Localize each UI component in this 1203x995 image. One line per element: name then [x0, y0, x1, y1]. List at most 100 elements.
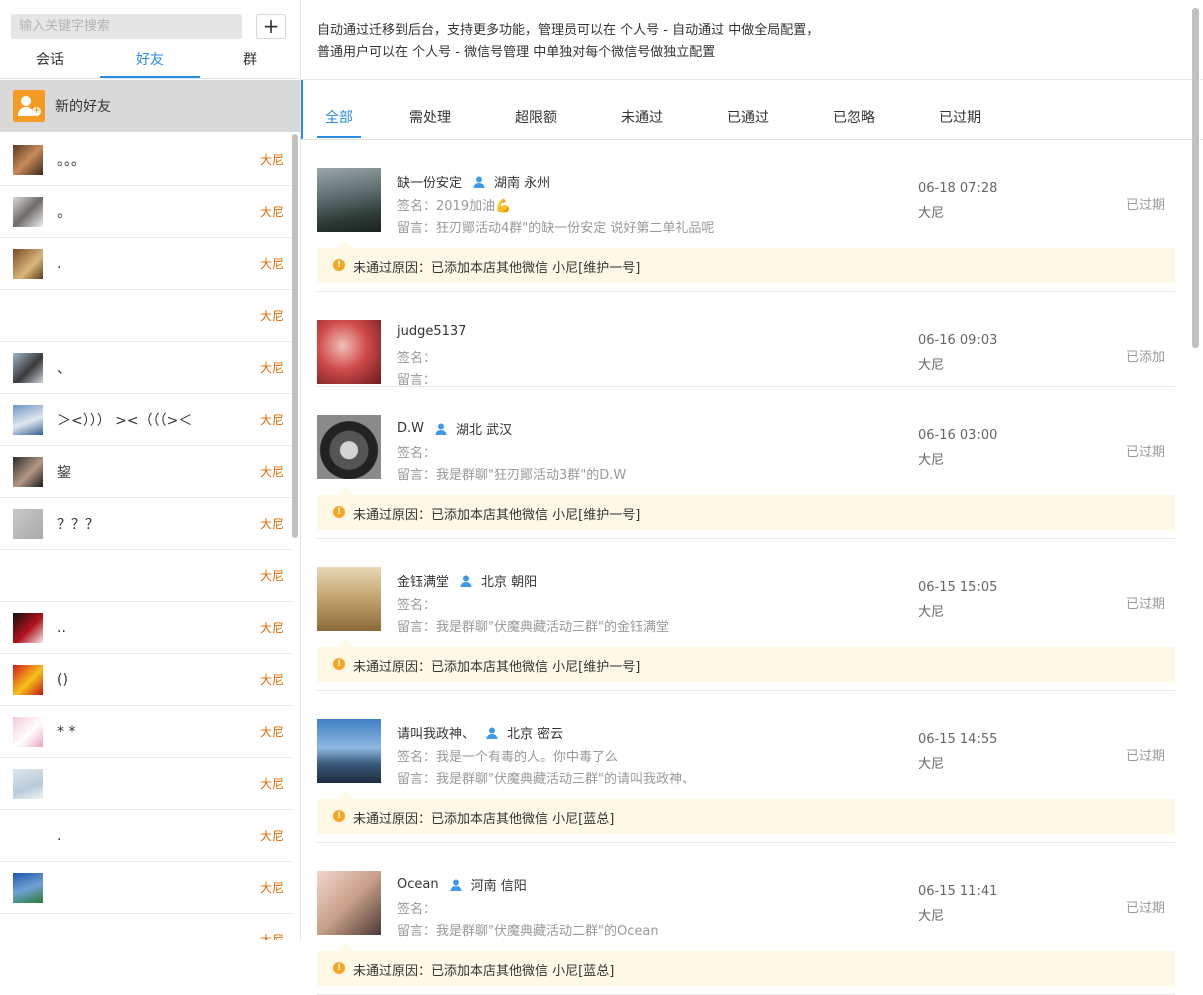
tab-expired[interactable]: 已过期 [938, 100, 982, 138]
reason-label: 未通过原因： [353, 508, 432, 523]
warning-icon: ! [333, 810, 345, 822]
contact-item[interactable]: 大尼 [0, 550, 292, 602]
message-label: 留言： [397, 772, 437, 787]
contact-name: 。。。 [57, 152, 85, 169]
request-name-row: 金钰满堂 北京 朝阳 [397, 571, 537, 590]
request-name: 请叫我政神、 [397, 727, 476, 742]
tab-sessions[interactable]: 会话 [0, 46, 100, 78]
contact-item[interactable]: 大尼 [0, 290, 292, 342]
request-owner: 大尼 [918, 453, 945, 468]
avatar [13, 664, 43, 695]
contact-owner-tag: 大尼 [259, 153, 284, 167]
signature-label: 签名： [397, 351, 437, 366]
contact-owner-tag: 大尼 [259, 569, 284, 583]
request-name-row: Ocean 河南 信阳 [397, 875, 527, 894]
contact-name: 。 [57, 204, 71, 221]
contact-item[interactable]: . 大尼 [0, 238, 292, 290]
message-text: 狂刃鄮活动4群"的缺一份安定 说好第二单礼品呢 [436, 221, 715, 236]
avatar [317, 719, 381, 783]
tab-rejected[interactable]: 未通过 [620, 100, 664, 138]
friend-request-item[interactable]: 金钰满堂 北京 朝阳 签名： 留言：我是群聊"伏魔典藏活动三群"的金钰满堂 06-15 … [317, 539, 1175, 691]
request-time: 06-15 11:41 [918, 884, 998, 899]
contact-item[interactable]: 。。。 大尼 [0, 134, 292, 186]
friend-request-item[interactable]: Ocean 河南 信阳 签名： 留言：我是群聊"伏魔典藏活动二群"的Ocean 06-1… [317, 843, 1175, 995]
search-input[interactable] [11, 14, 242, 39]
contact-name: * * [57, 723, 76, 740]
friend-request-item[interactable]: judge5137 签名： 留言： 06-16 09:03 大尼 已添加 [317, 292, 1175, 388]
reject-reason-text: 未通过原因：已添加本店其他微信 小尼[蓝总] [353, 960, 614, 979]
reject-reason-box: ! 未通过原因：已添加本店其他微信 小尼[蓝总] [317, 944, 1175, 986]
contact-owner-tag: 大尼 [259, 673, 284, 687]
contact-name: 、 [57, 360, 71, 377]
message-label: 留言： [397, 468, 437, 483]
avatar [13, 301, 43, 331]
reason-value: 已添加本店其他微信 小尼[维护一号] [431, 261, 641, 276]
warning-icon: ! [333, 962, 345, 974]
location-icon [485, 726, 499, 740]
avatar [13, 144, 43, 175]
request-owner: 大尼 [918, 909, 945, 924]
message-text: 我是群聊"伏魔典藏活动二群"的Ocean [436, 924, 659, 939]
main-scrollbar[interactable] [1192, 8, 1199, 348]
contact-item[interactable]: .. 大尼 [0, 602, 292, 654]
message-row: 留言：我是群聊"伏魔典藏活动三群"的金钰满堂 [397, 616, 669, 635]
contact-owner-tag: 大尼 [259, 881, 284, 895]
contact-owner-tag: 大尼 [259, 829, 284, 843]
tab-groups[interactable]: 群 [200, 46, 300, 78]
location-text: 湖南 永州 [494, 176, 551, 191]
new-friend-item[interactable]: + 新的好友 [0, 80, 300, 132]
reject-reason-box: ! 未通过原因：已添加本店其他微信 小尼[维护一号] [317, 488, 1175, 530]
message-text: 我是群聊"狂刃鄮活动3群"的D.W [436, 468, 627, 483]
location-text: 湖北 武汉 [456, 423, 513, 438]
contact-item[interactable]: 。 大尼 [0, 186, 292, 238]
contact-item[interactable]: 、 大尼 [0, 342, 292, 394]
message-label: 留言： [397, 620, 437, 635]
message-row: 留言：狂刃鄮活动4群"的缺一份安定 说好第二单礼品呢 [397, 217, 714, 236]
tab-approved[interactable]: 已通过 [726, 100, 770, 138]
message-row: 留言：我是群聊"伏魔典藏活动三群"的请叫我政神、 [397, 768, 695, 787]
contact-item[interactable]: * * 大尼 [0, 706, 292, 758]
location: 河南 信阳 [449, 875, 527, 894]
main-panel: 自动通过迁移到后台，支持更多功能，管理员可以在 个人号 - 自动通过 中做全局配… [301, 0, 1203, 995]
friend-request-item[interactable]: D.W 湖北 武汉 签名： 留言：我是群聊"狂刃鄮活动3群"的D.W 06-16 03:… [317, 387, 1175, 539]
avatar [13, 196, 43, 227]
location-icon [449, 878, 463, 892]
contact-item[interactable]: 大尼 [0, 862, 292, 914]
reject-reason-text: 未通过原因：已添加本店其他微信 小尼[维护一号] [353, 257, 640, 276]
location-text: 河南 信阳 [470, 879, 527, 894]
contact-item[interactable]: . 大尼 [0, 810, 292, 862]
search-box [11, 14, 242, 39]
contact-owner-tag: 大尼 [259, 361, 284, 375]
contact-item[interactable]: () 大尼 [0, 654, 292, 706]
friend-request-item[interactable]: 缺一份安定 湖南 永州 签名：2019加油💪 留言：狂刃鄮活动4群"的缺一份安定 说好… [317, 140, 1175, 292]
tab-over-limit[interactable]: 超限额 [514, 100, 558, 138]
message-text: 我是群聊"伏魔典藏活动三群"的金钰满堂 [436, 620, 669, 635]
request-status: 已过期 [1126, 749, 1166, 764]
tab-pending[interactable]: 需处理 [408, 100, 452, 138]
add-button[interactable]: + [256, 14, 286, 39]
contact-item[interactable]: 鋆 大尼 [0, 446, 292, 498]
avatar [13, 456, 43, 487]
contact-item[interactable]: ？？？ 大尼 [0, 498, 292, 550]
location-text: 北京 朝阳 [481, 575, 538, 590]
location: 湖北 武汉 [434, 419, 512, 438]
reason-value: 已添加本店其他微信 小尼[维护一号] [431, 508, 641, 523]
contact-name: ＞<））） ><（（（>＜ [57, 412, 193, 429]
request-time: 06-16 03:00 [918, 428, 998, 443]
contact-item[interactable]: 大尼 [0, 758, 292, 810]
sidebar-scrollbar[interactable] [292, 134, 298, 538]
tab-all[interactable]: 全部 [317, 100, 361, 138]
reason-value: 已添加本店其他微信 小尼[蓝总] [431, 812, 615, 827]
tab-ignored[interactable]: 已忽略 [832, 100, 876, 138]
request-tabs: 全部 需处理 超限额 未通过 已通过 已忽略 已过期 [301, 100, 1203, 140]
location-icon [459, 574, 473, 588]
message-row: 留言：我是群聊"狂刃鄮活动3群"的D.W [397, 464, 626, 483]
contact-owner-tag: 大尼 [259, 621, 284, 635]
contact-name: ？？？ [57, 516, 99, 533]
friend-request-item[interactable]: 请叫我政神、 北京 密云 签名：我是一个有毒的人。你中毒了么 留言：我是群聊"伏魔典藏… [317, 691, 1175, 843]
contact-item[interactable]: ＞<））） ><（（（>＜ 大尼 [0, 394, 292, 446]
contact-item[interactable]: 大尼 [0, 914, 292, 940]
contact-owner-tag: 大尼 [259, 413, 284, 427]
contact-name: .. [57, 619, 66, 636]
tab-friends[interactable]: 好友 [100, 46, 200, 78]
